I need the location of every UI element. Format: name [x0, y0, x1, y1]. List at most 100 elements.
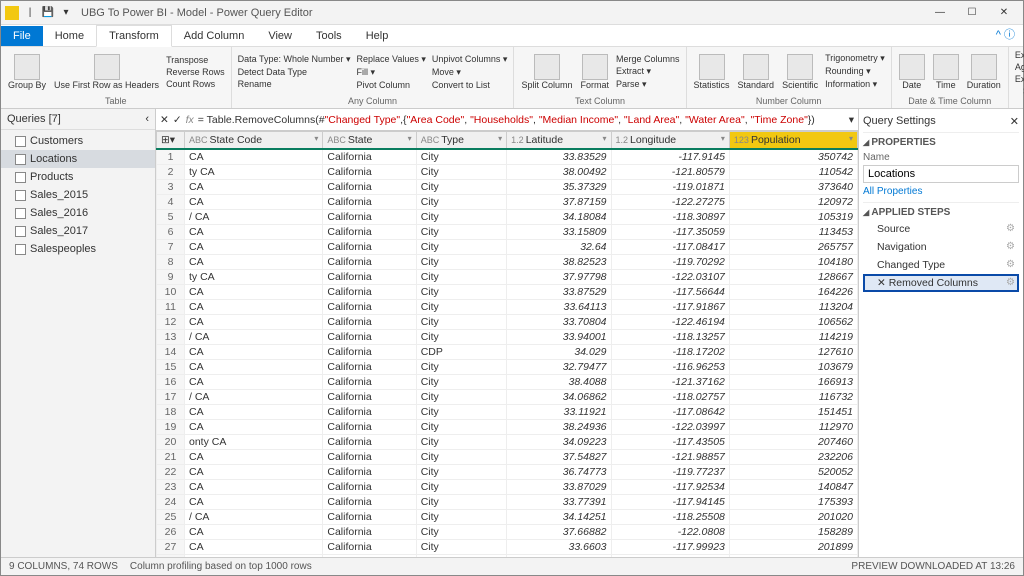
cell[interactable]: CA	[185, 225, 323, 240]
convert-to-list-button[interactable]: Convert to List	[430, 79, 510, 91]
save-qat[interactable]: 💾	[41, 6, 55, 20]
cell[interactable]: 38.4088	[507, 375, 611, 390]
cell[interactable]: CA	[185, 495, 323, 510]
cell[interactable]: City	[416, 225, 506, 240]
tab-view[interactable]: View	[256, 26, 304, 46]
cell[interactable]: 207460	[729, 435, 857, 450]
group-by-button[interactable]: Group By	[5, 53, 49, 91]
row-number[interactable]: 11	[157, 300, 185, 315]
format-button[interactable]: Format	[577, 53, 612, 91]
gear-icon[interactable]: ⚙	[1006, 241, 1015, 253]
cell[interactable]: 201899	[729, 540, 857, 555]
cell[interactable]: 350742	[729, 149, 857, 165]
parse-button[interactable]: Parse ▾	[614, 78, 682, 91]
cell[interactable]: City	[416, 480, 506, 495]
cell[interactable]: 128667	[729, 270, 857, 285]
cell[interactable]: CA	[185, 180, 323, 195]
cell[interactable]: California	[323, 555, 416, 558]
cell[interactable]: 113204	[729, 300, 857, 315]
cell[interactable]: California	[323, 165, 416, 180]
row-number[interactable]: 16	[157, 375, 185, 390]
duration-button[interactable]: Duration	[964, 53, 1004, 91]
step-navigation[interactable]: Navigation⚙	[863, 238, 1019, 256]
row-number[interactable]: 10	[157, 285, 185, 300]
replace-values-button[interactable]: Replace Values ▾	[355, 53, 428, 66]
cell[interactable]: City	[416, 360, 506, 375]
cell[interactable]: CA	[185, 255, 323, 270]
date-button[interactable]: Date	[896, 53, 928, 91]
all-properties-link[interactable]: All Properties	[863, 183, 1019, 200]
formula-text[interactable]: = Table.RemoveColumns(#"Changed Type",{"…	[198, 114, 845, 126]
detect-type-button[interactable]: Detect Data Type	[236, 66, 353, 78]
cell[interactable]: -117.08642	[611, 405, 729, 420]
gear-icon[interactable]: ⚙	[1006, 259, 1015, 271]
cell[interactable]: CA	[185, 420, 323, 435]
row-number[interactable]: 13	[157, 330, 185, 345]
row-number[interactable]: 6	[157, 225, 185, 240]
fill-button[interactable]: Fill ▾	[355, 66, 428, 79]
cell[interactable]: / CA	[185, 510, 323, 525]
cell[interactable]: -118.13257	[611, 330, 729, 345]
cell[interactable]: 32.64	[507, 240, 611, 255]
transpose-button[interactable]: Transpose	[164, 54, 227, 66]
cell[interactable]: 373640	[729, 180, 857, 195]
cell[interactable]: California	[323, 330, 416, 345]
cell[interactable]: 37.87159	[507, 195, 611, 210]
cell[interactable]: California	[323, 240, 416, 255]
collapse-ribbon-icon[interactable]: ^ ⓘ	[988, 22, 1023, 46]
cell[interactable]: CA	[185, 360, 323, 375]
query-item-locations[interactable]: Locations	[1, 150, 155, 168]
cell[interactable]: -118.02757	[611, 390, 729, 405]
settings-close-icon[interactable]: ✕	[1010, 115, 1019, 128]
rounding-button[interactable]: Rounding ▾	[823, 65, 887, 78]
fx-icon[interactable]: fx	[186, 114, 194, 126]
cell[interactable]: 37.54827	[507, 450, 611, 465]
cell[interactable]: California	[323, 285, 416, 300]
cell[interactable]: 37.66882	[507, 525, 611, 540]
cell[interactable]: California	[323, 300, 416, 315]
close-button[interactable]: ✕	[989, 3, 1019, 23]
cell[interactable]: 265757	[729, 240, 857, 255]
cell[interactable]: -118.17202	[611, 345, 729, 360]
cell[interactable]: 33.77391	[507, 495, 611, 510]
cell[interactable]: California	[323, 195, 416, 210]
cell[interactable]: / CA	[185, 210, 323, 225]
query-item-sales_2015[interactable]: Sales_2015	[1, 186, 155, 204]
minimize-button[interactable]: —	[925, 3, 955, 23]
row-number[interactable]: 1	[157, 149, 185, 165]
cell[interactable]: California	[323, 315, 416, 330]
row-number[interactable]: 27	[157, 540, 185, 555]
cell[interactable]: City	[416, 450, 506, 465]
cell[interactable]: -118.30897	[611, 210, 729, 225]
col-header-state[interactable]: ABCState▾	[323, 132, 416, 150]
cell[interactable]: CA	[185, 450, 323, 465]
cell[interactable]: City	[416, 210, 506, 225]
cell[interactable]: 38.82523	[507, 255, 611, 270]
cell[interactable]: California	[323, 525, 416, 540]
cell[interactable]: CA	[185, 149, 323, 165]
cell[interactable]: 151451	[729, 405, 857, 420]
cell[interactable]: -117.91867	[611, 300, 729, 315]
cell[interactable]: -119.70292	[611, 255, 729, 270]
cell[interactable]: 120972	[729, 195, 857, 210]
data-grid[interactable]: ⊞▾ABCState Code▾ABCState▾ABCType▾1.2Lati…	[156, 131, 858, 557]
col-header-latitude[interactable]: 1.2Latitude▾	[507, 132, 611, 150]
query-item-sales_2016[interactable]: Sales_2016	[1, 204, 155, 222]
cell[interactable]: CDP	[416, 345, 506, 360]
query-item-customers[interactable]: Customers	[1, 132, 155, 150]
cell[interactable]: 34.18084	[507, 210, 611, 225]
cell[interactable]: 33.87029	[507, 480, 611, 495]
cell[interactable]: 34.09223	[507, 435, 611, 450]
cell[interactable]: -116.96253	[611, 360, 729, 375]
row-number[interactable]: 4	[157, 195, 185, 210]
cell[interactable]: 33.87529	[507, 285, 611, 300]
cell[interactable]: 127610	[729, 345, 857, 360]
row-number[interactable]: 21	[157, 450, 185, 465]
cell[interactable]: 140847	[729, 480, 857, 495]
cell[interactable]: ty CA	[185, 165, 323, 180]
cell[interactable]: 38.24936	[507, 420, 611, 435]
cell[interactable]: California	[323, 405, 416, 420]
cell[interactable]: CA	[185, 300, 323, 315]
cell[interactable]: CA	[185, 375, 323, 390]
standard-button[interactable]: Standard	[735, 53, 778, 91]
